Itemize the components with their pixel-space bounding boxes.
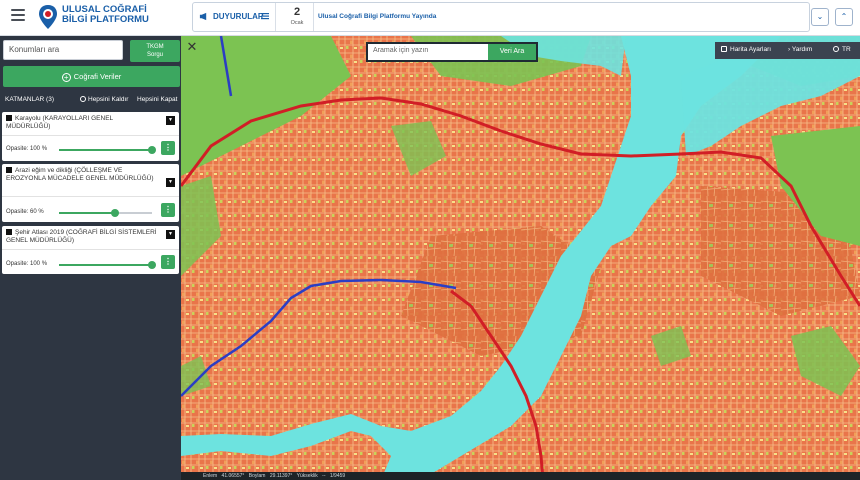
layer-card: Karayolu (KARAYOLLARI GENEL MÜDÜRLÜĞÜ) ▼… [2,112,179,161]
opacity-slider[interactable] [59,146,156,154]
chevron-down-icon[interactable]: ▼ [166,178,175,187]
slider-thumb[interactable] [148,146,156,154]
slider-fill [59,264,152,266]
opacity-label: Opasite: 100 % [6,146,48,152]
slider-fill [59,149,152,151]
slider-thumb[interactable] [148,261,156,269]
more-options-button[interactable]: ⋮ [161,203,175,217]
map-settings-button[interactable]: Harita Ayarları [721,46,771,53]
layer-name: Şehir Atlası 2019 (COĞRAFİ BİLGİ SİSTEML… [6,229,157,244]
map-settings-label: Harita Ayarları [730,46,772,53]
checkbox-icon[interactable] [6,167,12,173]
chevron-down-icon[interactable]: ▼ [166,230,175,239]
checkbox-icon[interactable] [6,115,12,121]
chevron-down-icon[interactable]: ▼ [166,116,175,125]
top-header: ULUSAL COĞRAFİ BİLGİ PLATFORMU DUYURULAR… [0,0,860,36]
tkgm-sub-label: Sorgu [146,52,163,58]
brand-line-2: BİLGİ PLATFORMU [62,14,149,25]
announcements-title: DUYURULAR [213,12,264,21]
divider [2,135,179,136]
hide-all-label: Hepsini Kaldır [88,96,129,103]
layer-card: Arazi eğim ve dikliği (ÇÖLLEŞME VE EROZY… [2,164,179,222]
announcement-day: 2 [293,6,301,18]
layers-title: KATMANLAR (3) [5,96,54,103]
language-label: TR [842,46,851,53]
layers-icon [721,46,727,52]
layers-header: KATMANLAR (3) Hepsini Kaldır Hepsini Kap… [0,92,181,107]
more-options-button[interactable]: ⋮ [161,141,175,155]
plus-circle-icon: + [61,72,71,82]
help-label: Yardım [791,46,813,53]
globe-icon [833,46,839,52]
map-toolbar: Harita Ayarları › Yardım TR [715,42,860,59]
opacity-label: Opasite: 100 % [6,261,48,267]
layer-title[interactable]: Karayolu (KARAYOLLARI GENEL MÜDÜRLÜĞÜ) [6,115,158,130]
sidebar: Konumları ara TKGM Sorgu + Coğrafi Verile… [0,36,181,480]
layer-title[interactable]: Şehir Atlası 2019 (COĞRAFİ BİLGİ SİSTEML… [6,229,158,244]
opacity-label: Opasite: 60 % [6,209,44,215]
map-canvas[interactable]: ✕ Aramak için yazın Veri Ara Harita Ayar… [181,36,860,480]
megaphone-icon [199,12,207,21]
divider [313,3,314,31]
map-search-box[interactable]: Aramak için yazın Veri Ara [366,42,538,62]
list-icon[interactable] [261,12,269,20]
brand-title: ULUSAL COĞRAFİ BİLGİ PLATFORMU [62,5,149,25]
geo-data-label: Coğrafi Veriler [73,72,122,81]
opacity-slider[interactable] [59,261,156,269]
close-all-button[interactable]: Hepsini Kapat [137,96,177,103]
layer-card: Şehir Atlası 2019 (COĞRAFİ BİLGİ SİSTEML… [2,226,179,274]
language-button[interactable]: TR [833,46,851,53]
tkgm-query-button[interactable]: TKGM Sorgu [130,40,180,62]
slider-fill [59,212,115,214]
chevron-up-icon[interactable]: ⌃ [835,8,853,26]
layer-title[interactable]: Arazi eğim ve dikliği (ÇÖLLEŞME VE EROZY… [6,167,158,182]
close-icon[interactable]: ✕ [185,40,199,54]
divider [275,3,276,31]
opacity-slider[interactable] [59,209,152,217]
map-search-input[interactable]: Aramak için yazın [373,47,428,54]
location-pin-logo[interactable] [37,4,59,30]
divider [2,196,179,197]
layer-name: Karayolu (KARAYOLLARI GENEL MÜDÜRLÜĞÜ) [6,115,113,130]
app-window: ULUSAL COĞRAFİ BİLGİ PLATFORMU DUYURULAR… [0,0,860,480]
help-button[interactable]: › Yardım [788,46,812,53]
chevron-down-icon[interactable]: ⌄ [811,8,829,26]
layer-name: Arazi eğim ve dikliği (ÇÖLLEŞME VE EROZY… [6,167,154,182]
eye-off-icon [80,96,86,103]
slider-thumb[interactable] [110,209,119,217]
checkbox-icon[interactable] [6,229,12,235]
geo-data-button[interactable]: + Coğrafi Veriler [3,66,180,87]
location-search-input[interactable]: Konumları ara [3,40,123,60]
map-layer[interactable] [181,36,860,480]
announcement-month: Ocak [290,20,304,26]
hide-all-button[interactable]: Hepsini Kaldır [80,96,128,103]
divider [2,249,179,250]
announcement-text[interactable]: Ulusal Coğrafi Bilgi Platformu Yayında [318,13,436,20]
hamburger-icon[interactable] [11,9,25,21]
announcements-bar[interactable]: DUYURULAR 2 Ocak Ulusal Coğrafi Bilgi Pl… [192,2,810,32]
coordinate-status-bar: Enlem 41.06557° Boylam 29.11397° Yüksekl… [181,472,860,480]
tkgm-label: TKGM [146,44,164,50]
more-options-button[interactable]: ⋮ [161,255,175,269]
data-search-button[interactable]: Veri Ara [488,44,536,60]
